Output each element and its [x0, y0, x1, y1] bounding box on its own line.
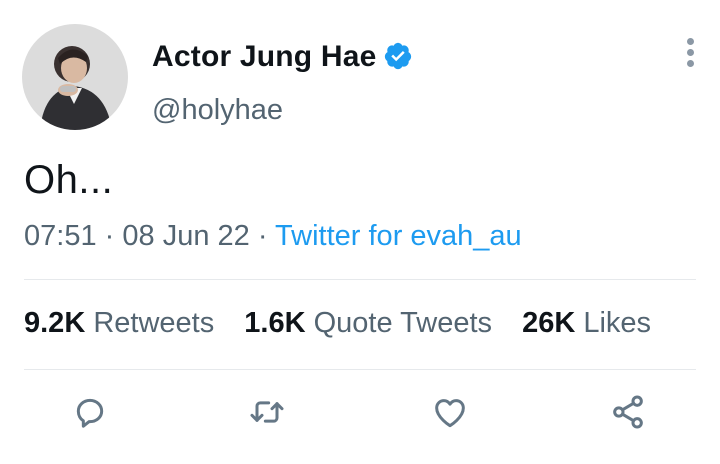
- divider: [24, 369, 696, 370]
- retweet-icon[interactable]: [247, 392, 287, 432]
- likes-label: Likes: [583, 307, 652, 339]
- more-vertical-icon[interactable]: [680, 38, 700, 72]
- tweet-stats: 9.2K Retweets 1.6K Quote Tweets 26K Like…: [24, 307, 673, 340]
- divider: [24, 279, 696, 280]
- quotes-count: 1.6K: [244, 307, 306, 339]
- quotes-label: Quote Tweets: [313, 307, 493, 339]
- tweet-date[interactable]: 08 Jun 22: [122, 220, 249, 252]
- retweets-label: Retweets: [93, 307, 215, 339]
- share-icon[interactable]: [608, 392, 648, 432]
- quotes-stat[interactable]: 1.6K Quote Tweets: [244, 307, 500, 339]
- tweet-meta: 07:51 · 08 Jun 22 · Twitter for evah_au: [24, 220, 522, 253]
- avatar[interactable]: [22, 24, 128, 130]
- likes-count: 26K: [522, 307, 576, 339]
- retweets-stat[interactable]: 9.2K Retweets: [24, 307, 222, 339]
- tweet-text: Oh...: [24, 158, 114, 202]
- heart-icon[interactable]: [430, 392, 470, 432]
- display-name[interactable]: Actor Jung Hae: [152, 40, 377, 74]
- tweet-source-link[interactable]: Twitter for evah_au: [275, 220, 522, 252]
- reply-icon[interactable]: [70, 392, 110, 432]
- user-handle[interactable]: @holyhae: [152, 94, 283, 127]
- meta-separator: ·: [104, 220, 115, 252]
- verified-badge-icon: [384, 42, 412, 70]
- tweet-actions: [0, 392, 720, 440]
- avatar-photo: [22, 24, 128, 130]
- retweets-count: 9.2K: [24, 307, 86, 339]
- tweet-time[interactable]: 07:51: [24, 220, 97, 252]
- meta-separator: ·: [257, 220, 268, 252]
- likes-stat[interactable]: 26K Likes: [522, 307, 651, 339]
- tweet-detail: Actor Jung Hae @holyhae Oh... 07:51 · 08…: [0, 0, 720, 464]
